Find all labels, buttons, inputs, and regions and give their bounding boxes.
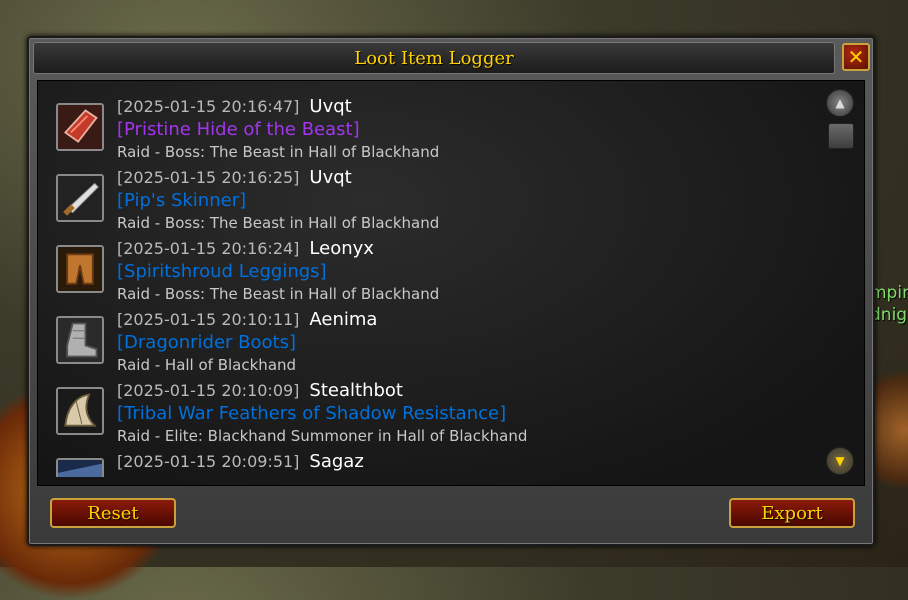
loot-logger-window: Loot Item Logger ✕ [2025-01-15 20:16:47]… [27, 36, 875, 546]
unknown-item-icon[interactable] [56, 458, 104, 477]
entry-timestamp: [2025-01-15 20:16:24] [117, 239, 300, 258]
leggings-icon[interactable] [56, 245, 104, 293]
list-item[interactable]: [2025-01-15 20:10:11] Aenima [Dragonrider… [56, 309, 826, 375]
hide-icon[interactable] [56, 103, 104, 151]
entry-player: Uvqt [309, 167, 352, 188]
chevron-down-icon: ▼ [835, 454, 845, 468]
scroll-down-button[interactable]: ▼ [826, 447, 854, 475]
item-link[interactable]: [Dragonrider Boots] [117, 332, 296, 353]
list-item[interactable]: [2025-01-15 20:16:25] Uvqt [Pip's Skinner… [56, 167, 826, 233]
scrollbar-thumb[interactable] [828, 123, 854, 149]
entry-source: Raid - Boss: The Beast in Hall of Blackh… [117, 285, 440, 303]
entry-source: Raid - Elite: Blackhand Summoner in Hall… [117, 427, 528, 445]
close-icon: ✕ [847, 45, 865, 69]
entry-player: Sagaz [309, 451, 364, 472]
dagger-icon[interactable] [56, 174, 104, 222]
entry-player: Aenima [309, 309, 378, 330]
loot-list[interactable]: [2025-01-15 20:16:47] Uvqt [Pristine Hide… [56, 81, 826, 477]
list-item[interactable]: [2025-01-15 20:16:47] Uvqt [Pristine Hide… [56, 96, 826, 162]
scroll-up-button[interactable]: ▲ [826, 89, 854, 117]
item-link[interactable]: [Spiritshroud Leggings] [117, 261, 327, 282]
entry-source: Raid - Boss: The Beast in Hall of Blackh… [117, 214, 440, 232]
export-button[interactable]: Export [729, 498, 855, 528]
item-link[interactable]: [Pip's Skinner] [117, 190, 246, 211]
chevron-up-icon: ▲ [835, 96, 845, 110]
close-button[interactable]: ✕ [842, 43, 870, 71]
list-item[interactable]: [2025-01-15 20:10:09] Stealthbot [Tribal … [56, 380, 826, 446]
entry-timestamp: [2025-01-15 20:10:09] [117, 381, 300, 400]
entry-player: Leonyx [309, 238, 374, 259]
reset-button[interactable]: Reset [50, 498, 176, 528]
list-item[interactable]: [2025-01-15 20:16:24] Leonyx [Spiritshrou… [56, 238, 826, 304]
entry-source: Raid - Boss: The Beast in Hall of Blackh… [117, 143, 440, 161]
loot-list-panel: [2025-01-15 20:16:47] Uvqt [Pristine Hide… [37, 80, 865, 486]
item-link[interactable]: [Pristine Hide of the Beast] [117, 119, 360, 140]
window-title: Loot Item Logger [354, 47, 514, 69]
title-bar[interactable]: Loot Item Logger [33, 42, 835, 74]
entry-player: Stealthbot [309, 380, 403, 401]
background-nameplate-text: mpir dnig [870, 283, 908, 325]
entry-timestamp: [2025-01-15 20:09:51] [117, 452, 300, 471]
list-item[interactable]: [2025-01-15 20:09:51] Sagaz [56, 451, 826, 477]
entry-timestamp: [2025-01-15 20:16:47] [117, 97, 300, 116]
entry-source: Raid - Hall of Blackhand [117, 356, 297, 374]
feathers-icon[interactable] [56, 387, 104, 435]
entry-timestamp: [2025-01-15 20:10:11] [117, 310, 300, 329]
entry-player: Uvqt [309, 96, 352, 117]
entry-timestamp: [2025-01-15 20:16:25] [117, 168, 300, 187]
item-link[interactable]: [Tribal War Feathers of Shadow Resistanc… [117, 403, 506, 424]
boots-icon[interactable] [56, 316, 104, 364]
